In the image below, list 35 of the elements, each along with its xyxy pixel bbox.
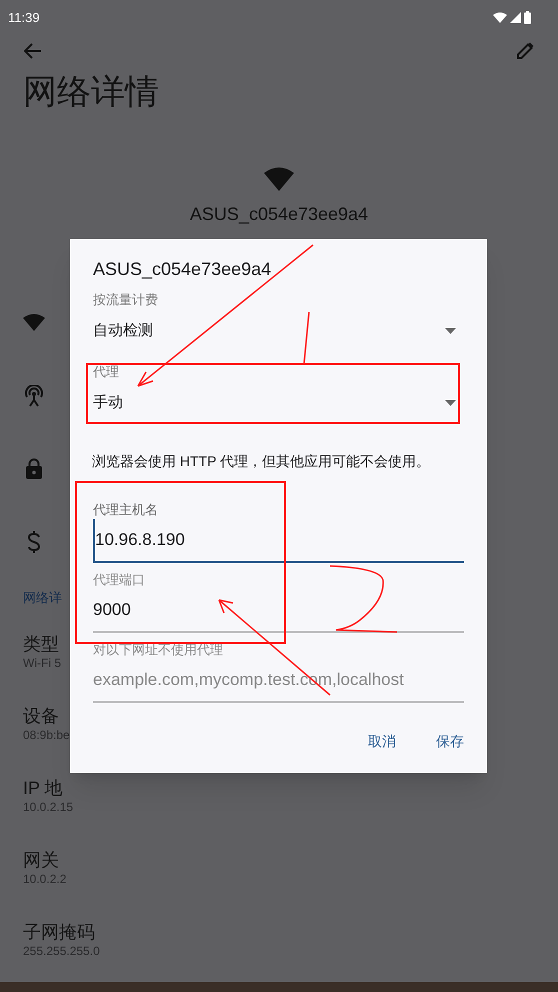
cell-signal-icon (510, 12, 521, 23)
wifi-signal-icon (493, 12, 507, 23)
text-field[interactable]: 10.96.8.190 (93, 519, 464, 563)
info-text: 浏览器会使用 HTTP 代理，但其他应用可能不会使用。 (92, 452, 432, 471)
annotation-scribble (330, 565, 398, 633)
pencil-icon[interactable] (516, 42, 534, 60)
field-label: 按流量计费 (93, 291, 158, 309)
text-field[interactable]: 9000 (93, 589, 464, 633)
dialog-button[interactable]: 取消 (358, 723, 406, 759)
detail-label: 子网掩码 (23, 921, 95, 944)
dropdown-caret-icon (445, 328, 456, 334)
field-label: 代理主机名 (93, 501, 158, 519)
dialog-title: ASUS_c054e73ee9a4 (93, 258, 272, 281)
dropdown[interactable]: 自动检测 (93, 309, 464, 353)
dropdown-caret-icon (445, 400, 456, 406)
detail-label: 类型 (23, 633, 59, 656)
antenna-icon (23, 384, 45, 406)
detail-label: 设备 (23, 705, 59, 728)
wifi-icon (23, 314, 45, 331)
dropdown[interactable]: 手动 (93, 381, 464, 425)
section-header: 网络详 (23, 590, 62, 605)
wifi-icon (264, 167, 294, 191)
dialog-button[interactable]: 保存 (426, 723, 474, 759)
page-title: 网络详情 (22, 72, 160, 112)
detail-label: IP 地 (23, 777, 63, 800)
dollar-icon (28, 530, 40, 552)
network-name: ASUS_c054e73ee9a4 (190, 203, 368, 226)
status-time: 11:39 (8, 8, 40, 27)
lock-icon (26, 458, 42, 479)
field-label: 代理端口 (93, 571, 145, 589)
battery-icon (524, 10, 531, 24)
back-arrow-icon[interactable] (24, 43, 42, 60)
detail-label: 网关 (23, 849, 59, 872)
annotation-stroke (303, 312, 310, 364)
field-label: 代理 (93, 363, 119, 381)
